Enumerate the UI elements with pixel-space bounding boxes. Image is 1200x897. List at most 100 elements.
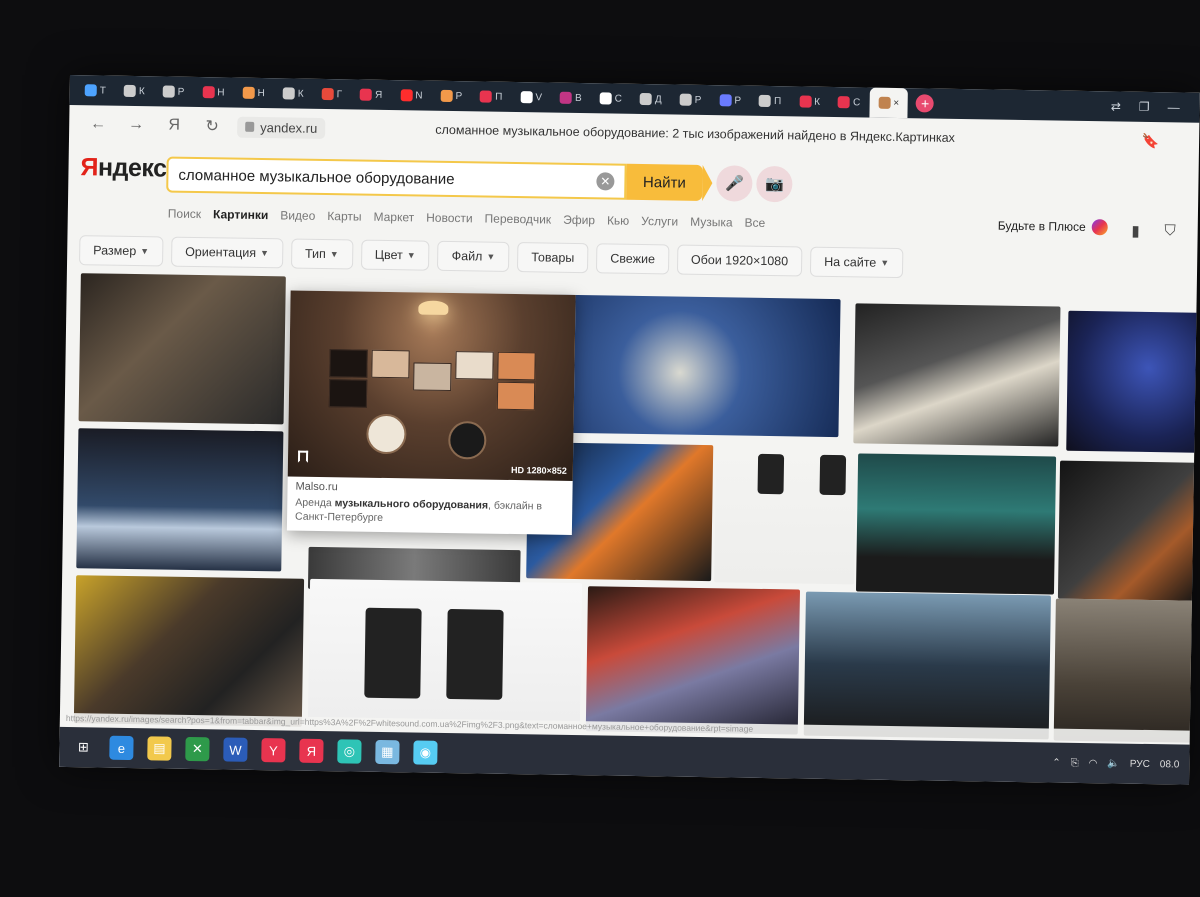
service-link[interactable]: Новости xyxy=(426,211,473,226)
search-button[interactable]: Найти xyxy=(626,163,703,201)
yandex-browser-icon[interactable]: Y xyxy=(261,738,286,763)
browser-tab[interactable]: П xyxy=(471,81,512,112)
tab-manager-icon[interactable]: ⇄ xyxy=(1111,99,1121,113)
speaker-icon[interactable]: 🔈 xyxy=(1107,758,1120,769)
browser-tab[interactable]: Н xyxy=(193,77,234,108)
windows-icon[interactable]: ⊞ xyxy=(71,735,95,759)
new-tab-button[interactable]: + xyxy=(915,94,935,113)
browser-tab[interactable]: С xyxy=(829,87,870,118)
notes-icon[interactable]: ▦ xyxy=(375,739,400,765)
browser-tab[interactable]: Р xyxy=(431,81,471,112)
service-link[interactable]: Музыка xyxy=(690,215,733,230)
image-thumbnail[interactable] xyxy=(1066,310,1200,453)
tab-favicon-icon xyxy=(282,87,295,100)
filter-chip[interactable]: На сайте ▼ xyxy=(809,246,904,279)
service-link[interactable]: Видео xyxy=(280,208,315,223)
filter-chip[interactable]: Товары xyxy=(517,242,589,274)
browser-tab[interactable]: Р xyxy=(670,84,710,115)
filter-chip[interactable]: Обои 1920×1080 xyxy=(676,244,803,277)
clear-icon[interactable]: ✕ xyxy=(596,172,615,191)
service-link[interactable]: Переводчик xyxy=(485,212,552,227)
yandex-home-icon[interactable]: Я xyxy=(155,116,193,135)
chevron-down-icon: ▼ xyxy=(140,246,150,257)
image-thumbnail[interactable] xyxy=(855,453,1057,595)
browser-tab[interactable]: В xyxy=(551,83,591,114)
speaker-shape xyxy=(757,453,785,495)
browser-tab[interactable]: Р xyxy=(710,85,750,116)
browser-tab[interactable]: Я xyxy=(351,79,392,110)
image-thumbnail[interactable] xyxy=(1053,598,1198,743)
explorer-icon[interactable]: ▤ xyxy=(147,736,172,761)
image-thumbnail[interactable] xyxy=(307,578,583,736)
microphone-icon[interactable]: 🎤 xyxy=(716,165,753,202)
reload-icon[interactable]: ↻ xyxy=(193,116,231,137)
image-thumbnail[interactable] xyxy=(585,586,801,735)
image-thumbnail[interactable] xyxy=(1057,460,1200,601)
filter-chip[interactable]: Цвет ▼ xyxy=(360,239,430,271)
search-input[interactable]: сломанное музыкальное оборудование ✕ xyxy=(166,156,627,200)
service-link[interactable]: Поиск xyxy=(168,207,201,222)
clock[interactable]: 08.0 xyxy=(1160,759,1180,770)
tab-favicon-icon xyxy=(719,94,732,107)
service-link[interactable]: Все xyxy=(744,216,765,230)
copy-icon[interactable]: ❐ xyxy=(1139,100,1150,114)
browser-tab[interactable]: V xyxy=(511,82,551,113)
language-indicator[interactable]: РУС xyxy=(1130,758,1150,769)
camera-icon[interactable]: 📷 xyxy=(756,165,793,203)
active-tab[interactable]: × xyxy=(869,87,909,119)
usb-icon[interactable]: ⎘ xyxy=(1071,757,1079,768)
app-icon[interactable]: ◎ xyxy=(337,739,362,764)
filter-chip[interactable]: Тип ▼ xyxy=(290,238,353,270)
service-link[interactable]: Эфир xyxy=(563,213,595,227)
yandex-logo[interactable]: Яндекс xyxy=(80,153,166,183)
image-description[interactable]: Аренда музыкального оборудования, бэклай… xyxy=(287,492,572,530)
browser-tab[interactable]: К xyxy=(274,78,313,109)
wifi-icon[interactable]: ◠ xyxy=(1089,758,1098,769)
chevron-up-icon[interactable]: ⌃ xyxy=(1052,757,1061,768)
browser-tab[interactable]: N xyxy=(391,80,432,111)
filter-chip[interactable]: Свежие xyxy=(596,243,670,275)
browser-tab[interactable]: Н xyxy=(233,78,274,109)
image-thumbnail[interactable] xyxy=(548,294,841,438)
maps-icon[interactable]: ◉ xyxy=(413,740,438,765)
service-link[interactable]: Карты xyxy=(327,209,361,224)
image-thumbnail[interactable] xyxy=(853,303,1061,447)
yandex-icon[interactable]: Я xyxy=(299,738,324,764)
preview-image[interactable]: HD 1280×852 xyxy=(287,290,576,481)
browser-tab[interactable]: Д xyxy=(631,84,671,115)
speaker-shape xyxy=(446,608,504,700)
collections-icon[interactable]: ▮ xyxy=(1131,222,1140,240)
minimize-icon[interactable]: — xyxy=(1168,100,1180,114)
service-link[interactable]: Услуги xyxy=(641,214,678,229)
service-link[interactable]: Кью xyxy=(607,213,629,227)
filter-chip[interactable]: Размер ▼ xyxy=(79,235,164,267)
edge-icon[interactable]: e xyxy=(109,735,134,761)
browser-tab[interactable]: П xyxy=(750,86,791,117)
browser-tab[interactable]: Г xyxy=(312,79,351,110)
word-icon[interactable]: W xyxy=(223,737,248,762)
url-field[interactable]: yandex.ru xyxy=(237,116,326,139)
browser-tab[interactable]: К xyxy=(790,86,829,117)
browser-tab[interactable]: С xyxy=(590,83,631,114)
close-tab-icon[interactable]: × xyxy=(893,97,899,108)
image-thumbnail[interactable] xyxy=(76,428,284,572)
image-preview-popup[interactable]: HD 1280×852 Malso.ru Аренда музыкального… xyxy=(286,290,576,535)
lock-icon xyxy=(245,121,255,132)
browser-tab[interactable]: К xyxy=(115,76,154,107)
excel-icon[interactable]: ✕ xyxy=(185,736,210,762)
filter-chip[interactable]: Ориентация ▼ xyxy=(170,236,284,269)
browser-tab[interactable]: Т xyxy=(76,75,116,106)
plus-link[interactable]: Будьте в Плюсе xyxy=(998,218,1108,236)
service-link[interactable]: Маркет xyxy=(373,210,414,225)
bookmark-icon[interactable]: 🔖 xyxy=(1142,132,1160,149)
shield-icon[interactable]: ⛉ xyxy=(1164,222,1176,239)
image-thumbnail[interactable] xyxy=(73,575,305,727)
filter-chip[interactable]: Файл ▼ xyxy=(437,240,510,272)
back-icon[interactable]: ← xyxy=(79,115,117,134)
service-link[interactable]: Картинки xyxy=(213,207,268,222)
bookmark-icon[interactable] xyxy=(297,450,309,463)
forward-icon[interactable]: → xyxy=(117,116,155,135)
browser-tab[interactable]: Р xyxy=(153,76,193,107)
image-thumbnail[interactable] xyxy=(803,591,1051,740)
image-thumbnail[interactable] xyxy=(78,273,286,425)
